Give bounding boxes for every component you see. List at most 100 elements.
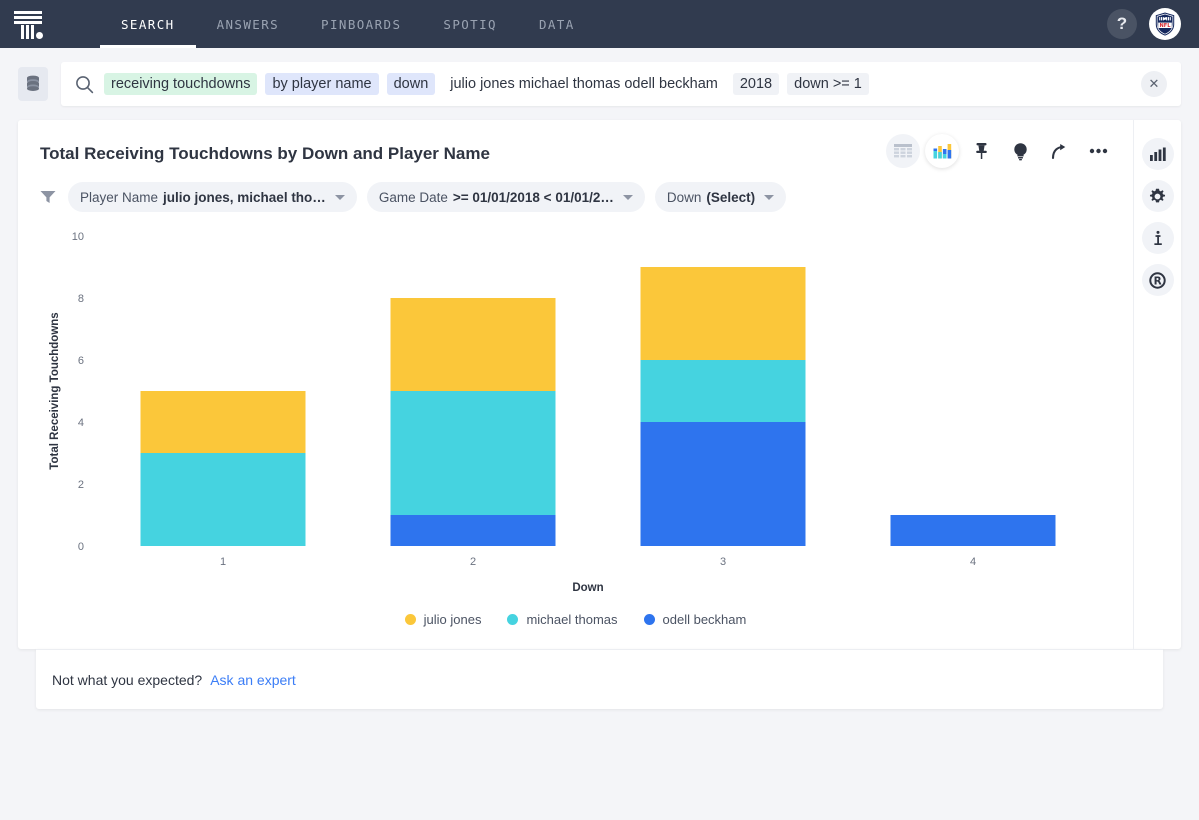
- legend-label: odell beckham: [662, 612, 747, 627]
- pin-glyph: [975, 143, 987, 159]
- bar-segment[interactable]: [390, 298, 556, 391]
- database-icon: [27, 75, 39, 91]
- y-axis-tick-label: 4: [78, 417, 84, 429]
- nav-tab-answers-label: ANSWERS: [216, 16, 280, 32]
- r-analysis-icon[interactable]: R: [1141, 264, 1174, 296]
- search-token-down-filter[interactable]: down >= 1: [787, 73, 869, 95]
- filter-chip-down[interactable]: Down (Select): [654, 182, 787, 212]
- filter-chip-player-name-value: julio jones, michael tho…: [163, 189, 326, 205]
- bar-segment[interactable]: [640, 422, 806, 546]
- bar-segment[interactable]: [140, 391, 306, 453]
- nav-tab-spotiq[interactable]: SPOTIQ: [422, 0, 518, 48]
- footer-prompt: Not what you expected?: [52, 671, 203, 688]
- ellipsis-glyph: [1089, 148, 1107, 154]
- chevron-down-icon: [622, 194, 633, 200]
- chart-config-icon[interactable]: [1141, 138, 1174, 170]
- search-token-player-values[interactable]: julio jones michael thomas odell beckham: [443, 73, 725, 95]
- x-axis-tick-label: 4: [970, 556, 976, 568]
- bar-levels-glyph: [1150, 147, 1166, 161]
- filter-chip-game-date-label: Game Date: [378, 189, 448, 205]
- spotiq-lightbulb-icon[interactable]: [1003, 134, 1037, 168]
- nav-tab-pinboards[interactable]: PINBOARDS: [300, 0, 422, 48]
- ask-an-expert-link[interactable]: Ask an expert: [210, 672, 296, 688]
- nav-tab-data[interactable]: DATA: [518, 0, 596, 48]
- main-nav: SEARCH ANSWERS PINBOARDS SPOTIQ DATA: [100, 0, 596, 48]
- search-token-by-player-name[interactable]: by player name: [265, 73, 379, 95]
- bar-segment[interactable]: [890, 515, 1056, 546]
- nav-tab-search[interactable]: SEARCH: [100, 0, 196, 48]
- bar-chart-glyph: [933, 144, 951, 159]
- filter-icon[interactable]: [40, 190, 56, 204]
- legend-item[interactable]: odell beckham: [643, 612, 747, 627]
- chart-container: 0 2 4 6 8 10 Total Receiving Touchdowns 1 2 3 4 Dow…: [18, 212, 1133, 604]
- share-icon[interactable]: [1042, 134, 1076, 168]
- filter-chip-game-date[interactable]: Game Date >= 01/01/2018 < 01/01/2…: [366, 182, 645, 212]
- filter-chip-player-name[interactable]: Player Name julio jones, michael tho…: [68, 182, 357, 212]
- legend-swatch: [507, 614, 519, 625]
- nav-tab-spotiq-label: SPOTIQ: [443, 16, 497, 32]
- avatar[interactable]: NFL: [1149, 8, 1181, 40]
- help-icon[interactable]: ?: [1107, 9, 1137, 39]
- table-view-icon[interactable]: [886, 134, 920, 168]
- svg-text:R: R: [1154, 275, 1162, 287]
- chart-legend: julio jones michael thomas odell beckham: [18, 604, 1133, 649]
- answer-stage: Total Receiving Touchdowns by Down and P…: [0, 120, 1199, 709]
- bar-segment[interactable]: [140, 453, 306, 546]
- legend-item[interactable]: julio jones: [404, 612, 482, 627]
- info-glyph: [1153, 230, 1162, 245]
- right-rail: R: [1133, 120, 1181, 649]
- chevron-down-icon: [764, 194, 775, 200]
- data-source-button[interactable]: [18, 67, 48, 101]
- more-options-icon[interactable]: [1081, 134, 1115, 168]
- answer-card-main: Total Receiving Touchdowns by Down and P…: [18, 120, 1133, 649]
- clear-search-button[interactable]: ✕: [1141, 71, 1167, 97]
- legend-swatch: [404, 614, 416, 625]
- viz-toolbar: [886, 134, 1115, 168]
- gear-glyph: [1149, 188, 1166, 202]
- search-token-down[interactable]: down: [386, 73, 436, 95]
- legend-label: julio jones: [423, 612, 482, 627]
- lightbulb-glyph: [1013, 142, 1027, 160]
- nav-tab-search-label: SEARCH: [121, 16, 175, 32]
- y-axis-tick-label: 0: [78, 541, 84, 553]
- legend-swatch: [643, 614, 655, 625]
- app-logo[interactable]: [0, 0, 56, 48]
- y-axis-tick-label: 6: [78, 355, 84, 367]
- thoughtspot-logo-icon: [12, 9, 44, 39]
- bar-segment[interactable]: [390, 391, 556, 515]
- y-axis-tick-label: 10: [72, 231, 84, 243]
- legend-label: michael thomas: [526, 612, 618, 627]
- stacked-bar-chart[interactable]: 0 2 4 6 8 10 Total Receiving Touchdowns 1 2 3 4 Dow…: [40, 224, 1110, 594]
- legend-item[interactable]: michael thomas: [507, 612, 618, 627]
- chart-view-icon[interactable]: [925, 134, 959, 168]
- filter-chip-game-date-value: >= 01/01/2018 < 01/01/2…: [452, 189, 614, 205]
- gear-icon[interactable]: [1141, 180, 1174, 212]
- filter-chip-down-label: Down: [666, 189, 702, 205]
- svg-text:NFL: NFL: [1160, 23, 1172, 29]
- search-row: receiving touchdowns by player name down…: [0, 48, 1199, 120]
- share-arrow-glyph: [1051, 143, 1065, 159]
- r-circle-glyph: R: [1149, 271, 1166, 289]
- table-glyph: [894, 143, 912, 157]
- clear-search-label: ✕: [1148, 76, 1160, 91]
- viz-header: Total Receiving Touchdowns by Down and P…: [18, 120, 1133, 168]
- answer-card: Total Receiving Touchdowns by Down and P…: [18, 120, 1181, 649]
- filter-chips-row: Player Name julio jones, michael tho… Ga…: [18, 164, 1133, 212]
- y-axis-tick-label: 2: [78, 479, 84, 491]
- help-label: ?: [1116, 14, 1128, 33]
- search-bar[interactable]: receiving touchdowns by player name down…: [61, 62, 1181, 106]
- y-axis-title: Total Receiving Touchdowns: [49, 312, 61, 469]
- bar-segment[interactable]: [640, 267, 806, 360]
- bar-segment[interactable]: [390, 515, 556, 546]
- search-token-measure[interactable]: receiving touchdowns: [104, 73, 258, 95]
- search-tokens: receiving touchdowns by player name down…: [104, 73, 1141, 95]
- top-navigation-bar: SEARCH ANSWERS PINBOARDS SPOTIQ DATA ? N…: [0, 0, 1199, 48]
- info-icon[interactable]: [1141, 222, 1174, 254]
- nav-tab-answers[interactable]: ANSWERS: [196, 0, 300, 48]
- search-token-year[interactable]: 2018: [732, 73, 780, 95]
- footer-bar: Not what you expected? Ask an expert: [36, 649, 1163, 709]
- filter-chip-player-name-label: Player Name: [80, 189, 159, 205]
- nav-right-group: ? NFL: [1107, 8, 1181, 40]
- pin-icon[interactable]: [964, 134, 998, 168]
- bar-segment[interactable]: [640, 360, 806, 422]
